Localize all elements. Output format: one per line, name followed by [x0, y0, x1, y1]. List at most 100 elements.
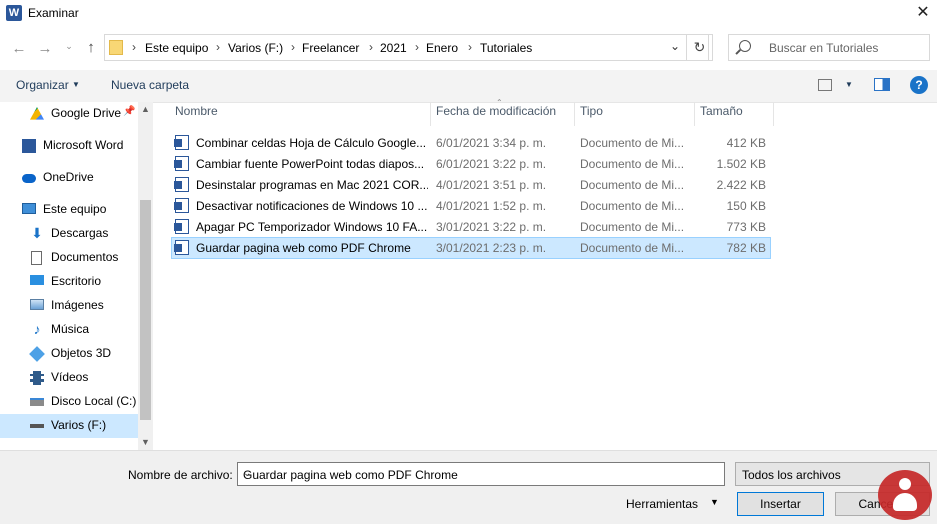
hard-drive-icon: [30, 398, 44, 406]
breadcrumb-item[interactable]: Varios (F:): [228, 41, 283, 55]
new-folder-button[interactable]: Nueva carpeta: [111, 78, 189, 92]
file-row[interactable]: Combinar celdas Hoja de Cálculo Google..…: [172, 133, 770, 153]
breadcrumb-item[interactable]: Tutoriales: [480, 41, 532, 55]
help-icon[interactable]: ?: [910, 76, 928, 94]
scrollbar-thumb[interactable]: [140, 200, 151, 420]
column-header-type[interactable]: Tipo: [580, 104, 603, 126]
column-header-modified[interactable]: Fecha de modificación: [436, 104, 556, 126]
chevron-right-icon: ›: [132, 40, 136, 54]
download-arrow-icon: ⬇: [31, 225, 43, 241]
word-document-icon: [174, 240, 189, 255]
filename-input[interactable]: Guardar pagina web como PDF Chrome ⌄: [237, 462, 725, 486]
close-icon[interactable]: ✕: [912, 2, 934, 24]
recent-locations-chevron-icon[interactable]: ⌄: [60, 41, 78, 52]
filename-label: Nombre de archivo:: [128, 468, 233, 482]
sidebar-item-label: Vídeos: [51, 370, 89, 384]
music-note-icon: ♪: [33, 321, 41, 337]
scroll-down-icon[interactable]: ▼: [138, 437, 153, 451]
sidebar-item-label: Google Drive: [51, 106, 122, 120]
breadcrumb-item[interactable]: 2021: [380, 41, 407, 55]
search-input[interactable]: Buscar en Tutoriales: [728, 34, 930, 61]
forward-arrow-icon[interactable]: →: [36, 40, 54, 57]
sidebar-item-label: Música: [51, 322, 90, 336]
chevron-right-icon: ›: [216, 40, 220, 54]
insert-button[interactable]: Insertar: [737, 492, 824, 516]
word-document-icon: [174, 219, 189, 234]
sidebar-item-varios-f[interactable]: Varios (F:): [0, 414, 138, 438]
computer-icon: [22, 203, 36, 214]
sidebar-item-label: Este equipo: [43, 202, 107, 216]
preview-pane-icon[interactable]: [874, 78, 890, 91]
sidebar-item-google-drive[interactable]: Google Drive 📌: [0, 102, 138, 126]
organize-button[interactable]: Organizar: [16, 78, 69, 92]
word-document-icon: [174, 177, 189, 192]
sidebar-item-microsoft-word[interactable]: Microsoft Word: [0, 134, 138, 158]
watermark-person-head-icon: [899, 478, 911, 490]
column-divider[interactable]: [430, 102, 431, 126]
address-dropdown-icon[interactable]: ⌄: [670, 39, 680, 53]
drive-icon: [30, 424, 44, 428]
sidebar-item-3d-objects[interactable]: Objetos 3D: [0, 342, 138, 366]
file-name: Guardar pagina web como PDF Chrome: [196, 241, 411, 255]
file-row-selected[interactable]: Guardar pagina web como PDF Chrome 3/01/…: [171, 237, 771, 259]
file-name: Apagar PC Temporizador Windows 10 FA...: [196, 220, 428, 234]
file-type: Documento de Mi...: [580, 178, 685, 192]
file-modified: 3/01/2021 3:22 p. m.: [436, 220, 547, 234]
back-arrow-icon[interactable]: ←: [10, 40, 28, 57]
sidebar-item-label: Imágenes: [51, 298, 104, 312]
sidebar-item-this-pc[interactable]: Este equipo: [0, 198, 138, 222]
sidebar-item-onedrive[interactable]: OneDrive: [0, 166, 138, 190]
view-options-icon[interactable]: [818, 79, 832, 91]
sidebar-item-label: Documentos: [51, 250, 119, 264]
column-header-name[interactable]: Nombre: [175, 104, 218, 126]
address-bar[interactable]: › Este equipo › Varios (F:) › Freelancer…: [104, 34, 709, 61]
tools-button[interactable]: Herramientas: [626, 497, 698, 511]
column-header-size[interactable]: Tamaño: [700, 104, 743, 126]
cube-icon: [29, 346, 45, 362]
column-divider[interactable]: [574, 102, 575, 126]
file-type-value: Todos los archivos: [742, 468, 841, 482]
chevron-right-icon: ›: [415, 40, 419, 54]
scroll-up-icon[interactable]: ▲: [138, 104, 153, 118]
file-row[interactable]: Desactivar notificaciones de Windows 10 …: [172, 196, 770, 216]
sidebar-item-pictures[interactable]: Imágenes: [0, 294, 138, 318]
sidebar-item-label: Microsoft Word: [43, 138, 124, 152]
sidebar-item-local-disk-c[interactable]: Disco Local (C:): [0, 390, 138, 414]
chevron-down-icon[interactable]: ⌄: [243, 468, 718, 479]
document-icon: [31, 251, 42, 265]
view-dropdown-icon[interactable]: ▼: [845, 80, 853, 89]
organize-dropdown-icon[interactable]: ▼: [72, 80, 80, 89]
word-icon: [22, 139, 36, 153]
chevron-right-icon: ›: [369, 40, 373, 54]
tools-dropdown-icon[interactable]: ▼: [710, 497, 719, 507]
sidebar-item-desktop[interactable]: Escritorio: [0, 270, 138, 294]
up-arrow-icon[interactable]: ↑: [82, 39, 100, 56]
sidebar-item-label: Disco Local (C:): [51, 394, 137, 408]
file-row[interactable]: Cambiar fuente PowerPoint todas diapos..…: [172, 154, 770, 174]
file-row[interactable]: Apagar PC Temporizador Windows 10 FA... …: [172, 217, 770, 237]
sidebar-item-downloads[interactable]: ⬇ Descargas: [0, 222, 138, 246]
breadcrumb-item[interactable]: Enero: [426, 41, 458, 55]
sidebar-item-music[interactable]: ♪ Música: [0, 318, 138, 342]
file-name: Desactivar notificaciones de Windows 10 …: [196, 199, 428, 213]
word-document-icon: [174, 135, 189, 150]
file-name: Combinar celdas Hoja de Cálculo Google..…: [196, 136, 427, 150]
sidebar-item-documents[interactable]: Documentos: [0, 246, 138, 270]
column-divider[interactable]: [694, 102, 695, 126]
file-modified: 4/01/2021 1:52 p. m.: [436, 199, 547, 213]
word-document-icon: [174, 156, 189, 171]
file-row[interactable]: Desinstalar programas en Mac 2021 COR...…: [172, 175, 770, 195]
file-name: Cambiar fuente PowerPoint todas diapos..…: [196, 157, 425, 171]
word-document-icon: [174, 198, 189, 213]
sidebar-item-label: Escritorio: [51, 274, 102, 288]
refresh-icon[interactable]: ↻: [686, 34, 713, 61]
breadcrumb-item[interactable]: Este equipo: [145, 41, 208, 55]
file-type: Documento de Mi...: [580, 136, 685, 150]
file-type: Documento de Mi...: [580, 157, 685, 171]
sidebar-item-label: Objetos 3D: [51, 346, 112, 360]
sidebar-item-videos[interactable]: Vídeos: [0, 366, 138, 390]
column-divider[interactable]: [773, 102, 774, 126]
word-app-icon: W: [6, 5, 22, 21]
chevron-right-icon: ›: [468, 40, 472, 54]
breadcrumb-item[interactable]: Freelancer: [302, 41, 359, 55]
